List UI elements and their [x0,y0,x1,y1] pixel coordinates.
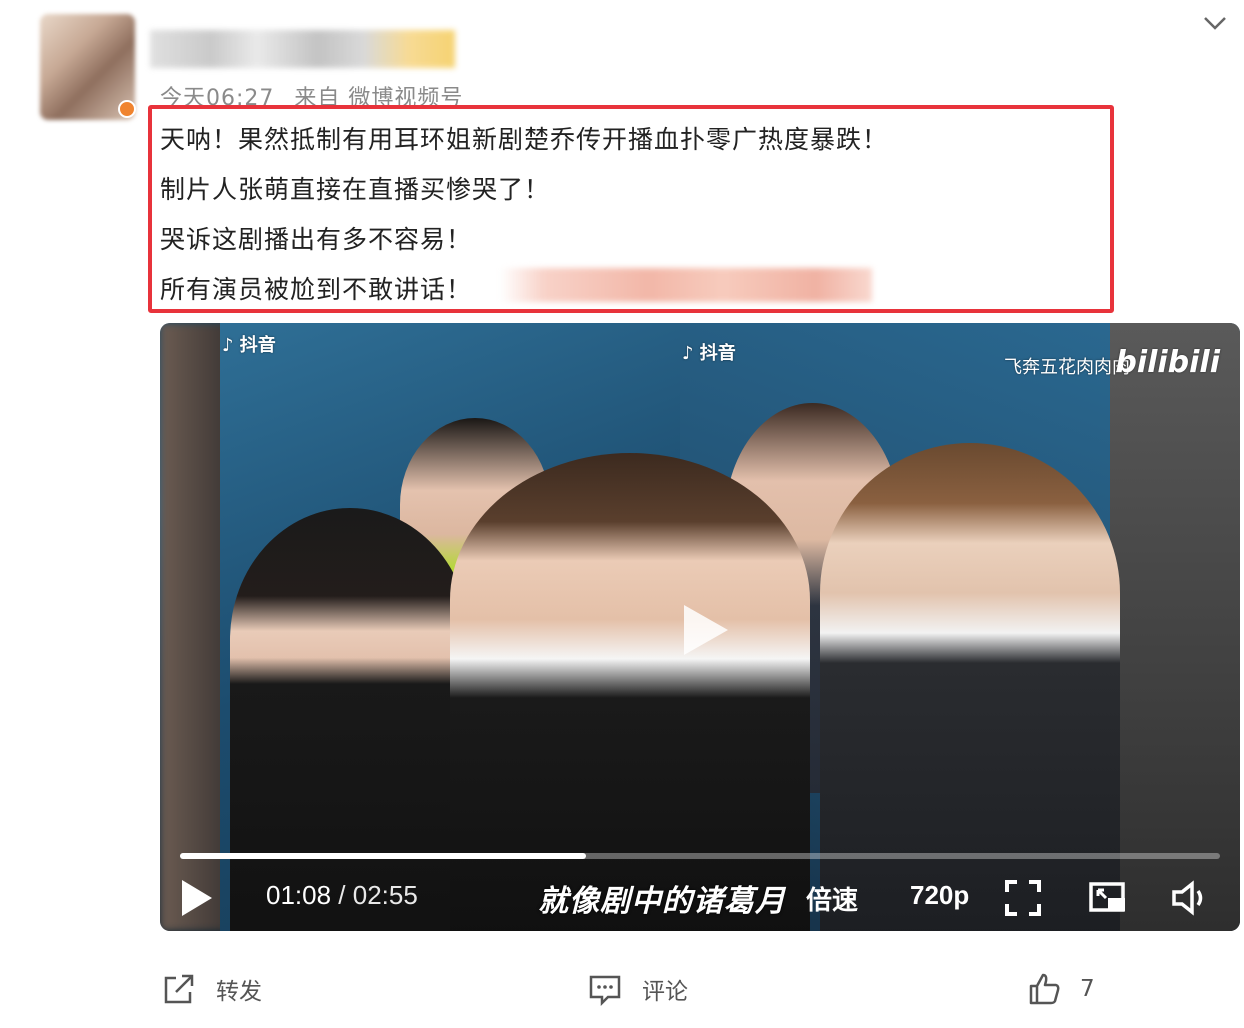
username-redacted[interactable] [150,30,455,68]
quality-button[interactable]: 720p [910,880,969,911]
progress-fill [180,853,586,859]
total-time: 02:55 [352,880,418,910]
play-button-icon[interactable] [178,876,216,920]
share-label: 转发 [216,979,262,1005]
time-display: 01:08 / 02:55 [266,880,418,911]
uploader-watermark: 飞奔五花肉肉肉 [1004,357,1130,378]
chevron-down-icon[interactable] [1202,10,1228,36]
action-bar: 转发 评论 7 [0,960,1244,1020]
comment-label: 评论 [642,979,688,1005]
share-button[interactable]: 转发 [162,972,262,1006]
tiktok-watermark: ♪ 抖音 [682,343,736,364]
post-line: 所有演员被尬到不敢讲话！ [160,275,473,304]
post-line: 哭诉这剧播出有多不容易！ [160,225,473,254]
post-line: 天呐！果然抵制有用耳环姐新剧楚乔传开播血扑零广热度暴跌！ [160,125,889,154]
post-line: 制片人张萌直接在直播买惨哭了！ [160,175,551,204]
video-player[interactable]: ♪ 抖音 ♪ 抖音 飞奔五花肉肉肉 bilibili 01:08 / 02:55… [160,323,1240,931]
picture-in-picture-icon[interactable] [1088,878,1128,918]
play-icon[interactable] [666,595,736,665]
subtitle: 就像剧中的诸葛月 [538,884,786,919]
wall-background [1110,323,1240,931]
comment-button[interactable]: 评论 [588,972,688,1006]
tiktok-watermark: ♪ 抖音 [222,335,276,356]
progress-bar[interactable] [180,853,1220,859]
like-button[interactable]: 7 [1028,972,1095,1006]
speed-button[interactable]: 倍速 [806,880,858,917]
thumbs-up-icon [1029,973,1060,1005]
current-time: 01:08 [266,880,332,910]
verified-badge [118,100,136,118]
bilibili-watermark: bilibili [1115,345,1220,380]
video-controls: 01:08 / 02:55 就像剧中的诸葛月 倍速 720p [160,868,1240,928]
fullscreen-icon[interactable] [1003,878,1043,918]
like-count: 7 [1080,976,1095,1002]
redacted-text [500,268,872,302]
comment-icon [589,975,621,1006]
time-separator: / [331,880,353,910]
volume-icon[interactable] [1170,878,1210,918]
person-figure [450,453,810,931]
share-icon [164,974,194,1004]
